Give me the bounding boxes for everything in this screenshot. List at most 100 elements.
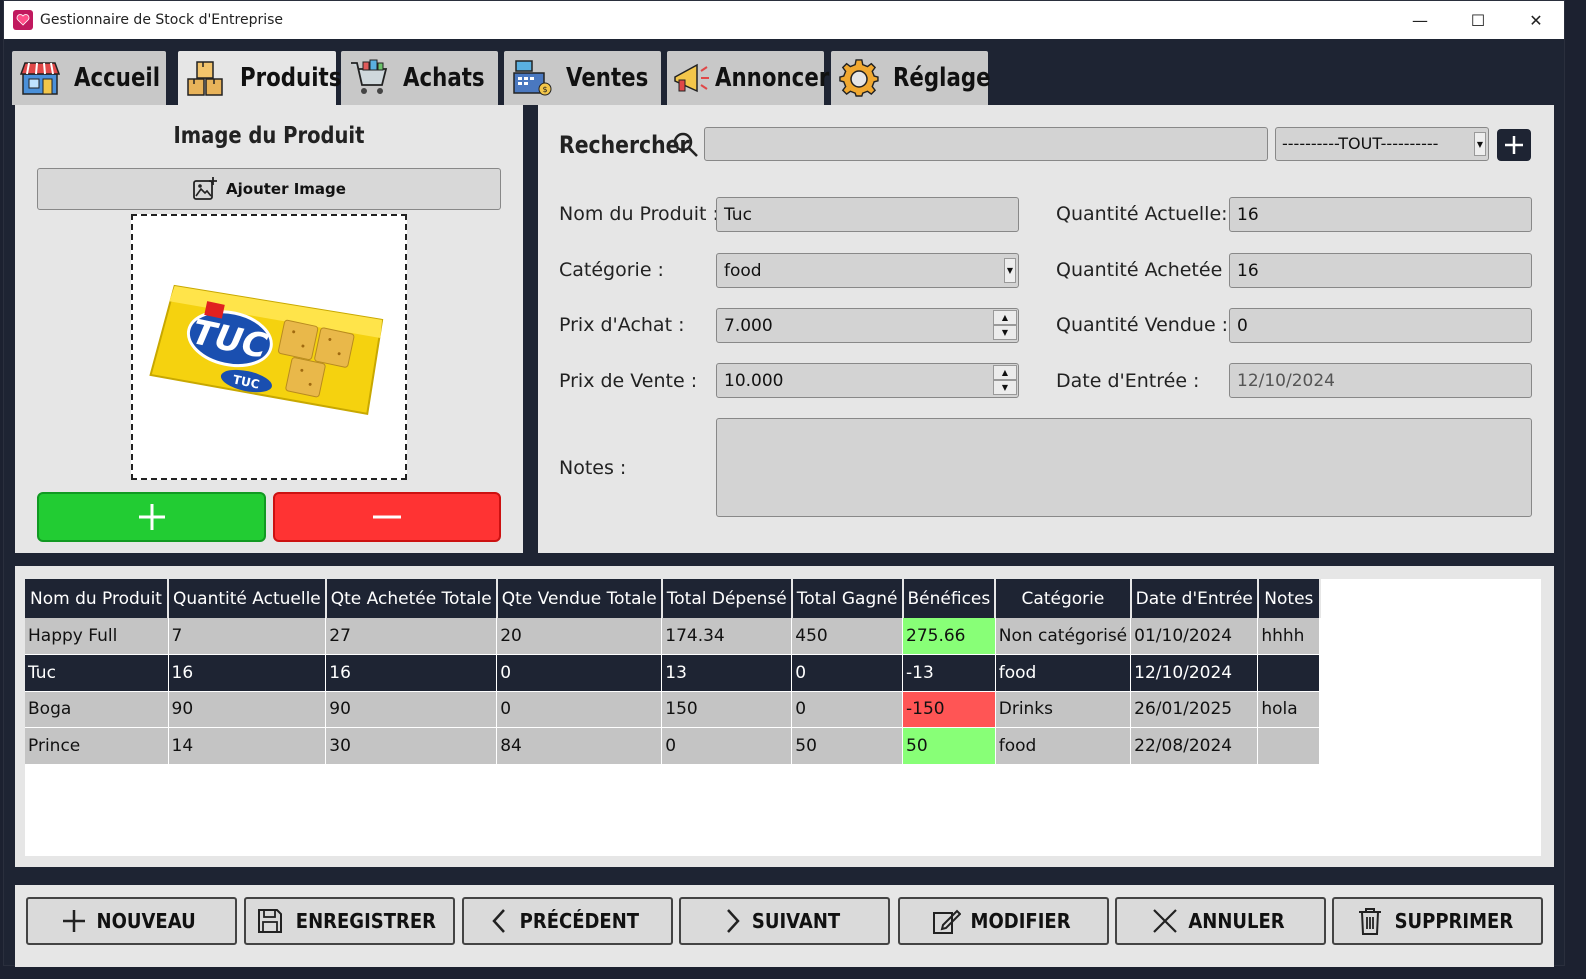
separator	[15, 554, 1554, 566]
table-cell: 0	[496, 654, 663, 692]
tab-annoncer[interactable]: Annoncer	[667, 51, 829, 105]
table-cell: 27	[325, 618, 498, 655]
table-cell: 0	[791, 691, 903, 728]
column-header[interactable]: Catégorie	[995, 579, 1132, 618]
app-window: Gestionnaire de Stock d'Entreprise — ☐ ✕…	[3, 0, 1565, 967]
column-header[interactable]: Notes	[1257, 579, 1321, 618]
table-row[interactable]: Happy Full 7 27 20 174.34 450 275.66 Non…	[25, 618, 1321, 655]
plus-icon	[138, 504, 165, 530]
table-row[interactable]: Boga 90 90 0 150 0 -150 Drinks 26/01/202…	[25, 691, 1321, 728]
megaphone-icon	[671, 57, 711, 99]
table-cell: food	[995, 727, 1132, 765]
add-product-button[interactable]	[37, 492, 266, 542]
column-header[interactable]: Quantité Actuelle	[168, 579, 327, 618]
products-table-viewport[interactable]: Nom du Produit Quantité Actuelle Qte Ach…	[25, 579, 1541, 856]
svg-text:$: $	[542, 85, 547, 94]
enregistrer-button[interactable]: ENREGISTRER	[244, 897, 455, 945]
add-category-button[interactable]	[1497, 129, 1531, 161]
add-image-button[interactable]: Ajouter Image	[37, 168, 501, 210]
table-cell: hola	[1257, 691, 1321, 728]
column-header[interactable]: Nom du Produit	[25, 579, 169, 618]
table-cell: 0	[661, 727, 793, 765]
close-button[interactable]: ✕	[1507, 1, 1565, 39]
remove-product-button[interactable]	[273, 492, 501, 542]
table-cell: 90	[325, 691, 498, 728]
spin-down-icon[interactable]: ▼	[993, 380, 1017, 395]
table-cell: 01/10/2024	[1130, 618, 1259, 655]
column-header[interactable]: Qte Achetée Totale	[325, 579, 498, 618]
table-cell: 12/10/2024	[1130, 654, 1259, 692]
precedent-button[interactable]: PRÉCÉDENT	[462, 897, 673, 945]
tab-reglage[interactable]: Réglage	[831, 51, 991, 105]
column-header[interactable]: Date d'Entrée	[1130, 579, 1259, 618]
nouveau-button[interactable]: NOUVEAU	[26, 897, 237, 945]
spin-up-icon[interactable]: ▲	[993, 365, 1017, 380]
tab-ventes[interactable]: $ Ventes	[504, 51, 661, 105]
table-cell: hhhh	[1257, 618, 1321, 655]
table-cell: 450	[791, 618, 903, 655]
table-cell: food	[995, 654, 1132, 692]
table-cell: 7	[168, 618, 327, 655]
table-cell: 14	[168, 727, 327, 765]
qte-actuelle-field[interactable]: 16	[1229, 197, 1532, 232]
supprimer-button[interactable]: SUPPRIMER	[1332, 897, 1543, 945]
notes-label: Notes :	[559, 457, 627, 479]
minimize-button[interactable]: —	[1391, 1, 1449, 39]
categorie-select[interactable]: food ▼	[716, 253, 1019, 288]
tab-accueil[interactable]: Accueil	[12, 51, 166, 105]
spin-buttons[interactable]: ▲ ▼	[993, 365, 1017, 396]
maximize-button[interactable]: ☐	[1449, 1, 1507, 39]
product-details-panel: Rechercher ----------TOUT---------- ▼ No…	[538, 105, 1554, 553]
table-cell: 0	[791, 654, 903, 692]
column-header[interactable]: Bénéfices	[902, 579, 997, 618]
table-row[interactable]: Prince 14 30 84 0 50 50 food 22/08/2024	[25, 727, 1321, 765]
tab-produits[interactable]: Produits	[178, 51, 341, 105]
table-row-selected[interactable]: Tuc 16 16 0 13 0 -13 food 12/10/2024	[25, 654, 1321, 692]
tab-achats[interactable]: Achats	[341, 51, 498, 105]
prix-vente-spinbox[interactable]: 10.000 ▲ ▼	[716, 363, 1019, 398]
close-icon	[1153, 909, 1177, 933]
qte-achetee-label: Quantité Achetée :	[1056, 259, 1235, 281]
gear-icon	[839, 57, 879, 99]
table-cell	[1257, 727, 1321, 765]
categorie-label: Catégorie :	[559, 259, 664, 281]
suivant-button[interactable]: SUIVANT	[679, 897, 890, 945]
product-photo: TUC TUC	[149, 284, 384, 416]
table-cell: Drinks	[995, 691, 1132, 728]
prix-achat-spinbox[interactable]: 7.000 ▲ ▼	[716, 308, 1019, 343]
column-header[interactable]: Total Gagné	[791, 579, 904, 618]
window-title: Gestionnaire de Stock d'Entreprise	[40, 12, 284, 28]
qte-vendue-field[interactable]: 0	[1229, 308, 1532, 343]
search-input[interactable]	[704, 127, 1268, 161]
spin-buttons[interactable]: ▲ ▼	[993, 310, 1017, 341]
profit-cell: 50	[902, 727, 996, 765]
title-bar: Gestionnaire de Stock d'Entreprise — ☐ ✕	[4, 1, 1564, 39]
table-cell: 22/08/2024	[1130, 727, 1259, 765]
products-table: Nom du Produit Quantité Actuelle Qte Ach…	[25, 579, 1321, 765]
category-filter-select[interactable]: ----------TOUT---------- ▼	[1275, 127, 1489, 161]
cash-register-icon: $	[512, 57, 552, 99]
product-image-panel: Image du Produit Ajouter Image TUC TUC	[15, 105, 523, 553]
table-cell: 16	[325, 654, 498, 692]
notes-textarea[interactable]	[716, 418, 1532, 517]
table-cell: Tuc	[25, 654, 169, 692]
spin-up-icon[interactable]: ▲	[993, 310, 1017, 325]
search-icon[interactable]	[672, 131, 700, 159]
table-cell: Happy Full	[25, 618, 169, 655]
nom-produit-label: Nom du Produit :	[559, 203, 719, 225]
column-header[interactable]: Qte Vendue Totale	[496, 579, 663, 618]
annuler-button[interactable]: ANNULER	[1115, 897, 1326, 945]
chevron-down-icon: ▼	[1474, 132, 1486, 156]
minus-icon	[373, 515, 401, 519]
date-entree-field[interactable]: 12/10/2024	[1229, 363, 1532, 398]
edit-icon	[932, 909, 961, 934]
column-header[interactable]: Total Dépensé	[661, 579, 793, 618]
nom-produit-field[interactable]: Tuc	[716, 197, 1019, 232]
trash-icon	[1358, 908, 1381, 935]
spin-down-icon[interactable]: ▼	[993, 325, 1017, 340]
qte-actuelle-label: Quantité Actuelle:	[1056, 203, 1228, 225]
qte-achetee-field[interactable]: 16	[1229, 253, 1532, 288]
modifier-button[interactable]: MODIFIER	[898, 897, 1109, 945]
chevron-right-icon	[727, 909, 741, 933]
cart-icon	[349, 57, 389, 99]
